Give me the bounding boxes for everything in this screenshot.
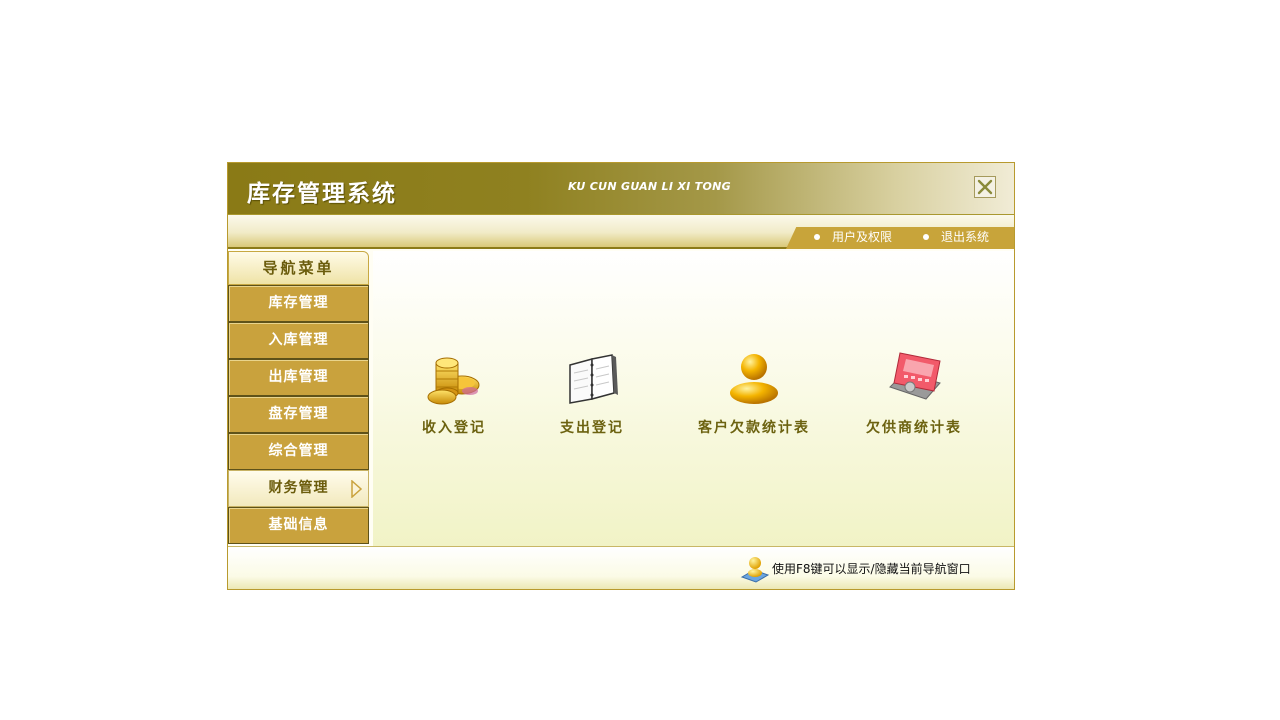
function-label: 客户欠款统计表 xyxy=(698,420,810,436)
chevron-right-icon xyxy=(351,480,362,498)
coins-icon xyxy=(427,357,480,405)
sidebar-item-inventory[interactable]: 库存管理 xyxy=(228,285,369,322)
sidebar-item-general[interactable]: 综合管理 xyxy=(228,433,369,470)
sidebar-item-label: 入库管理 xyxy=(268,332,329,348)
supplier-debt-report-button[interactable]: 欠供商统计表 xyxy=(863,347,965,437)
expense-register-button[interactable]: 支出登记 xyxy=(556,347,628,437)
customer-icon xyxy=(730,354,778,404)
exit-system-link[interactable]: 退出系统 xyxy=(923,228,989,245)
user-permissions-label: 用户及权限 xyxy=(832,230,893,244)
notebook-icon xyxy=(569,354,618,404)
sidebar-item-label: 盘存管理 xyxy=(268,406,329,422)
function-label: 欠供商统计表 xyxy=(866,420,962,436)
sidebar-item-finance[interactable]: 财务管理 xyxy=(228,470,369,507)
sidebar-item-stocktake[interactable]: 盘存管理 xyxy=(228,396,369,433)
sidebar-item-stock-in[interactable]: 入库管理 xyxy=(228,322,369,359)
sidebar-item-label: 综合管理 xyxy=(268,443,329,459)
main-window: 库存管理系统 KU CUN GUAN LI XI TONG 用户及权限 退出系统… xyxy=(227,162,1015,590)
close-button[interactable] xyxy=(974,176,996,198)
sidebar-item-basic-info[interactable]: 基础信息 xyxy=(228,507,369,544)
bullet-icon xyxy=(814,233,820,240)
app-subtitle: KU CUN GUAN LI XI TONG xyxy=(568,180,731,193)
customer-debt-report-button[interactable]: 客户欠款统计表 xyxy=(691,347,817,437)
title-bar: 库存管理系统 KU CUN GUAN LI XI TONG xyxy=(228,163,1014,215)
status-bar: 使用F8键可以显示/隐藏当前导航窗口 xyxy=(228,546,1014,589)
content-panel: 收入登记 支出登记 客户欠款统计表 欠供商统计表 xyxy=(373,251,1014,546)
sub-header-bar xyxy=(228,215,1014,249)
user-permissions-link[interactable]: 用户及权限 xyxy=(814,228,892,245)
user-tip-icon xyxy=(740,557,770,583)
sidebar-item-label: 基础信息 xyxy=(268,517,329,533)
function-label: 收入登记 xyxy=(422,420,486,436)
close-icon xyxy=(977,179,993,195)
sidebar-item-label: 库存管理 xyxy=(268,295,329,311)
status-tip: 使用F8键可以显示/隐藏当前导航窗口 xyxy=(740,553,971,583)
exit-system-label: 退出系统 xyxy=(941,230,990,244)
function-label: 支出登记 xyxy=(560,420,624,436)
status-tip-text: 使用F8键可以显示/隐藏当前导航窗口 xyxy=(772,561,971,576)
nav-menu-header: 导航菜单 xyxy=(228,251,369,285)
app-title: 库存管理系统 xyxy=(247,181,397,207)
calculator-icon xyxy=(889,352,941,400)
bullet-icon xyxy=(923,233,929,240)
sidebar-item-label: 财务管理 xyxy=(268,480,329,496)
sidebar-item-stock-out[interactable]: 出库管理 xyxy=(228,359,369,396)
sidebar-item-label: 出库管理 xyxy=(268,369,329,385)
income-register-button[interactable]: 收入登记 xyxy=(418,347,490,437)
